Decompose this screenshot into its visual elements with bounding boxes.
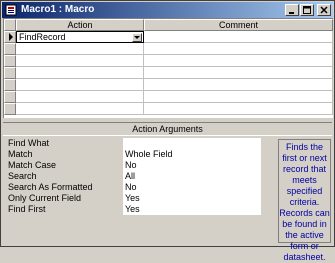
action-value: FindRecord [19, 32, 66, 42]
action-cell[interactable] [16, 67, 144, 79]
table-row [4, 43, 333, 55]
argument-label: Search As Formatted [8, 182, 93, 192]
search-as-formatted-field[interactable]: No [123, 182, 261, 193]
table-row [4, 55, 333, 67]
help-text: Finds the first or next record that meet… [278, 139, 331, 262]
argument-label: Search [8, 171, 37, 181]
argument-label: Only Current Field [8, 193, 82, 203]
column-header-comment[interactable]: Comment [144, 19, 333, 31]
comment-cell[interactable] [144, 79, 333, 91]
action-cell[interactable]: FindRecord [16, 31, 144, 43]
argument-label: Find First [8, 204, 46, 214]
table-row [4, 67, 333, 79]
macro-window: Macro1 : Macro Action Comment FindRecord [0, 0, 335, 262]
row-selector[interactable] [4, 91, 16, 103]
row-selector[interactable] [4, 79, 16, 91]
close-icon [320, 6, 328, 14]
action-cell[interactable] [16, 55, 144, 67]
find-first-field[interactable]: Yes [123, 204, 261, 215]
action-dropdown-button[interactable] [132, 33, 142, 42]
table-row [4, 79, 333, 91]
row-selector[interactable] [4, 43, 16, 55]
argument-label: Find What [8, 138, 50, 148]
row-selector[interactable] [4, 67, 16, 79]
argument-label: Match Case [8, 160, 57, 170]
maximize-icon [303, 6, 311, 14]
maximize-button[interactable] [300, 4, 314, 16]
close-button[interactable] [317, 4, 331, 16]
table-row: FindRecord [4, 31, 333, 43]
action-cell[interactable] [16, 103, 144, 115]
comment-cell[interactable] [144, 43, 333, 55]
find-what-field[interactable] [123, 138, 261, 149]
match-case-field[interactable]: No [123, 160, 261, 171]
table-row [4, 91, 333, 103]
comment-cell[interactable] [144, 31, 333, 43]
only-current-field-field[interactable]: Yes [123, 193, 261, 204]
current-row-indicator-icon [9, 33, 13, 41]
row-selector[interactable] [4, 55, 16, 67]
row-selector-header[interactable] [4, 19, 16, 31]
search-field[interactable]: All [123, 171, 261, 182]
chevron-down-icon [134, 36, 140, 39]
comment-cell[interactable] [144, 67, 333, 79]
table-row [4, 103, 333, 115]
window-title: Macro1 : Macro [21, 4, 95, 15]
action-cell[interactable] [16, 43, 144, 55]
title-bar[interactable]: Macro1 : Macro [2, 2, 333, 18]
macro-grid: Action Comment FindRecord [3, 18, 333, 118]
minimize-icon [289, 12, 294, 14]
action-cell[interactable] [16, 79, 144, 91]
action-cell[interactable] [16, 91, 144, 103]
comment-cell[interactable] [144, 55, 333, 67]
action-arguments-header: Action Arguments [3, 122, 332, 136]
comment-cell[interactable] [144, 91, 333, 103]
row-selector[interactable] [4, 103, 16, 115]
match-field[interactable]: Whole Field [123, 149, 261, 160]
argument-label: Match [8, 149, 33, 159]
macro-icon [5, 4, 17, 16]
minimize-button[interactable] [285, 4, 299, 16]
row-selector[interactable] [4, 31, 16, 43]
comment-cell[interactable] [144, 103, 333, 115]
column-header-action[interactable]: Action [16, 19, 144, 31]
